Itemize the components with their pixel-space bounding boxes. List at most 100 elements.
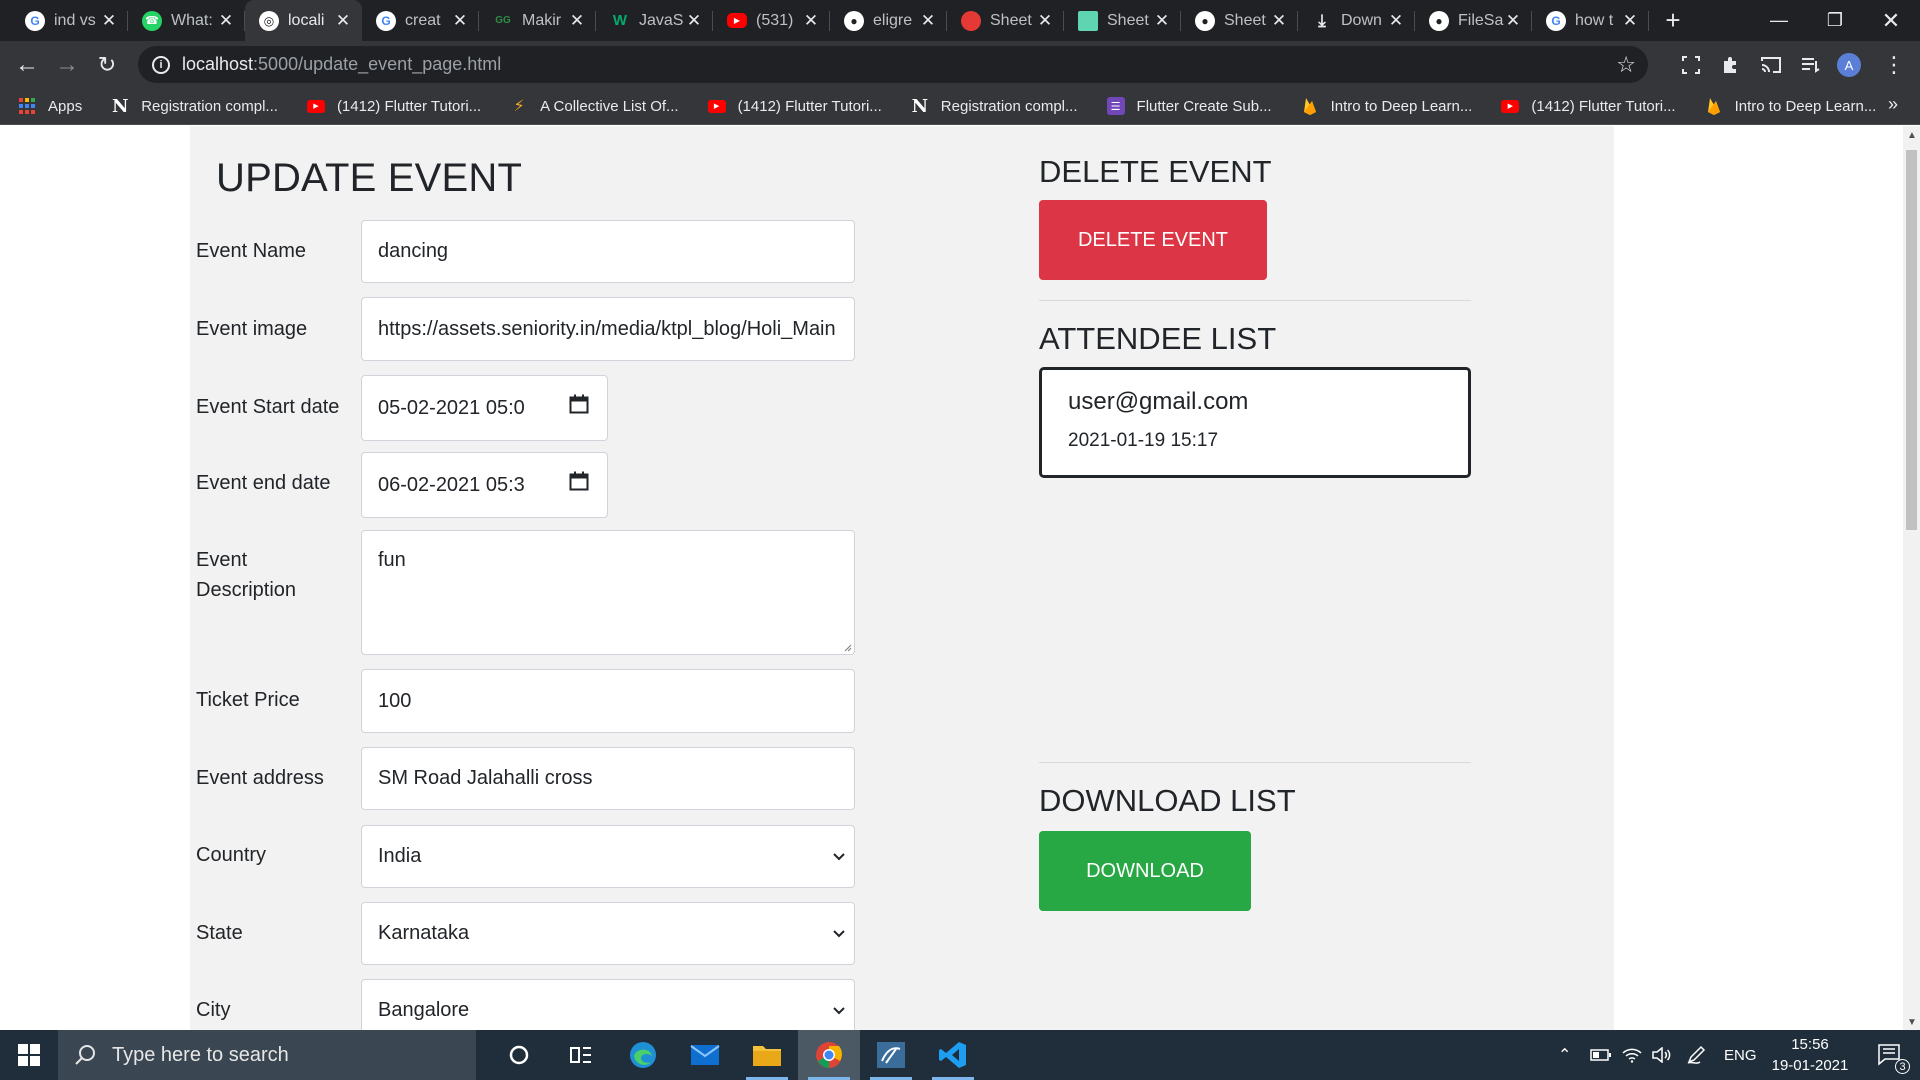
pen-ink-icon[interactable] xyxy=(1686,1030,1708,1080)
more-bookmarks-icon[interactable]: » xyxy=(1888,94,1898,115)
close-tab-icon[interactable]: ✕ xyxy=(1270,11,1288,31)
scroll-down-icon[interactable]: ▼ xyxy=(1907,1017,1917,1028)
close-tab-icon[interactable]: ✕ xyxy=(1621,11,1639,31)
browser-tab[interactable]: ◎ locali ✕ xyxy=(245,0,362,41)
task-view-icon[interactable] xyxy=(550,1030,612,1080)
bookmark-item[interactable]: Intro to Deep Learn... xyxy=(1301,97,1472,115)
bookmark-item[interactable]: N Registration compl... xyxy=(111,96,278,117)
bookmark-item[interactable]: ▶ (1412) Flutter Tutori... xyxy=(1501,98,1676,115)
system-clock[interactable]: 15:56 19-01-2021 xyxy=(1765,1034,1855,1076)
bookmark-item[interactable]: Apps xyxy=(18,97,82,115)
event-end-date-input[interactable]: 06-02-2021 05:3 xyxy=(361,452,608,518)
windows-start-icon[interactable] xyxy=(0,1030,58,1080)
bookmark-item[interactable]: Intro to Deep Learn... xyxy=(1705,97,1877,115)
close-window-icon[interactable]: ✕ xyxy=(1863,0,1919,41)
calendar-icon[interactable] xyxy=(569,471,589,491)
scroll-up-icon[interactable]: ▲ xyxy=(1907,130,1917,141)
country-select[interactable]: India xyxy=(361,825,855,888)
event-image-input[interactable]: https://assets.seniority.in/media/ktpl_b… xyxy=(361,297,855,361)
download-button[interactable]: DOWNLOAD xyxy=(1039,831,1251,911)
action-center-icon[interactable]: 3 xyxy=(1868,1030,1912,1080)
close-tab-icon[interactable]: ✕ xyxy=(1387,11,1405,31)
edge-icon[interactable] xyxy=(612,1030,674,1080)
profile-avatar[interactable]: A xyxy=(1837,53,1861,77)
close-tab-icon[interactable]: ✕ xyxy=(217,11,235,31)
taskbar-search-box[interactable]: Type here to search xyxy=(58,1030,476,1080)
browser-tab[interactable]: ☎ What: ✕ xyxy=(128,0,245,41)
event-description-textarea[interactable]: fun xyxy=(361,530,855,655)
close-tab-icon[interactable]: ✕ xyxy=(451,11,469,31)
new-tab-button[interactable]: + xyxy=(1653,0,1693,41)
cortana-icon[interactable] xyxy=(488,1030,550,1080)
close-tab-icon[interactable]: ✕ xyxy=(1153,11,1171,31)
browser-tab[interactable]: Ghow t ✕ xyxy=(1532,0,1649,41)
minimize-icon[interactable]: — xyxy=(1751,0,1807,41)
menu-kebab-icon[interactable]: ⋮ xyxy=(1877,48,1911,82)
bookmark-item[interactable]: ▶ (1412) Flutter Tutori... xyxy=(707,98,882,115)
database-app-icon[interactable] xyxy=(860,1030,922,1080)
resize-grip-icon[interactable] xyxy=(842,642,852,652)
battery-icon[interactable] xyxy=(1590,1030,1612,1080)
restore-icon[interactable]: ❐ xyxy=(1807,0,1863,41)
bookmark-item[interactable]: ☰ Flutter Create Sub... xyxy=(1106,97,1272,115)
calendar-icon[interactable] xyxy=(569,394,589,414)
site-info-icon[interactable]: i xyxy=(152,55,170,74)
mail-icon[interactable] xyxy=(674,1030,736,1080)
close-tab-icon[interactable]: ✕ xyxy=(100,11,118,31)
notion-icon: N xyxy=(911,95,929,117)
close-tab-icon[interactable]: ✕ xyxy=(919,11,937,31)
bookmark-item[interactable]: ▶ (1412) Flutter Tutori... xyxy=(306,98,481,115)
close-tab-icon[interactable]: ✕ xyxy=(568,11,586,31)
address-bar[interactable]: i localhost:5000/update_event_page.html … xyxy=(138,46,1648,83)
clock-date: 19-01-2021 xyxy=(1771,1057,1849,1074)
city-select[interactable]: Bangalore xyxy=(361,979,855,1030)
browser-tab[interactable]: ⤓ Down ✕ xyxy=(1298,0,1415,41)
bookmark-item[interactable]: ⚡ A Collective List Of... xyxy=(510,97,679,116)
bookmark-star-icon[interactable]: ☆ xyxy=(1616,52,1636,78)
browser-tab[interactable]: Gcreat ✕ xyxy=(362,0,479,41)
browser-tab[interactable]: Sheet ✕ xyxy=(1064,0,1181,41)
event-name-input[interactable]: dancing xyxy=(361,220,855,283)
whatsapp-icon: ☎ xyxy=(142,10,162,31)
browser-tab[interactable]: GG Makir ✕ xyxy=(479,0,596,41)
event-start-date-input[interactable]: 05-02-2021 05:0 xyxy=(361,375,608,441)
browser-tab[interactable]: W JavaS ✕ xyxy=(596,0,713,41)
browser-tab[interactable]: ● FileSa ✕ xyxy=(1415,0,1532,41)
extensions-puzzle-icon[interactable] xyxy=(1714,48,1748,82)
chrome-icon[interactable] xyxy=(798,1030,860,1080)
reading-list-icon[interactable] xyxy=(1794,48,1828,82)
browser-tab[interactable]: Gind vs ✕ xyxy=(11,0,128,41)
forward-icon[interactable]: → xyxy=(47,45,87,85)
file-explorer-icon[interactable] xyxy=(736,1030,798,1080)
browser-tab[interactable]: Sheet ✕ xyxy=(947,0,1064,41)
bookmark-item[interactable]: N Registration compl... xyxy=(911,95,1078,117)
volume-icon[interactable] xyxy=(1652,1030,1672,1080)
url-text[interactable]: localhost:5000/update_event_page.html xyxy=(182,54,501,75)
close-tab-icon[interactable]: ✕ xyxy=(685,11,703,31)
delete-event-button[interactable]: DELETE EVENT xyxy=(1039,200,1267,280)
reload-icon[interactable]: ↻ xyxy=(87,45,127,85)
screenshot-extension-icon[interactable] xyxy=(1674,48,1708,82)
bookmark-label: Intro to Deep Learn... xyxy=(1734,97,1877,115)
vscode-icon[interactable] xyxy=(922,1030,984,1080)
language-indicator[interactable]: ENG xyxy=(1724,1030,1757,1080)
wifi-icon[interactable] xyxy=(1622,1030,1642,1080)
ticket-price-input[interactable]: 100 xyxy=(361,669,855,733)
browser-tab[interactable]: ● Sheet ✕ xyxy=(1181,0,1298,41)
close-tab-icon[interactable]: ✕ xyxy=(1036,11,1054,31)
event-address-input[interactable]: SM Road Jalahalli cross xyxy=(361,747,855,810)
page-scrollbar[interactable]: ▲ ▼ xyxy=(1903,126,1920,1030)
close-tab-icon[interactable]: ✕ xyxy=(1504,11,1522,31)
event-address-label: Event address xyxy=(196,767,324,789)
scrollbar-thumb[interactable] xyxy=(1906,150,1917,530)
back-icon[interactable]: ← xyxy=(7,45,47,85)
state-select[interactable]: Karnataka xyxy=(361,902,855,965)
bookmarks-bar: Apps N Registration compl... ▶ (1412) Flutte… xyxy=(0,88,1920,125)
close-tab-icon[interactable]: ✕ xyxy=(334,11,352,31)
cast-icon[interactable] xyxy=(1754,48,1788,82)
browser-tab[interactable]: ● eligre ✕ xyxy=(830,0,947,41)
close-tab-icon[interactable]: ✕ xyxy=(802,11,820,31)
browser-tab-title: locali xyxy=(288,11,325,29)
show-hidden-icons-icon[interactable]: ⌃ xyxy=(1558,1030,1571,1080)
browser-tab[interactable]: ▶ (531) ✕ xyxy=(713,0,830,41)
